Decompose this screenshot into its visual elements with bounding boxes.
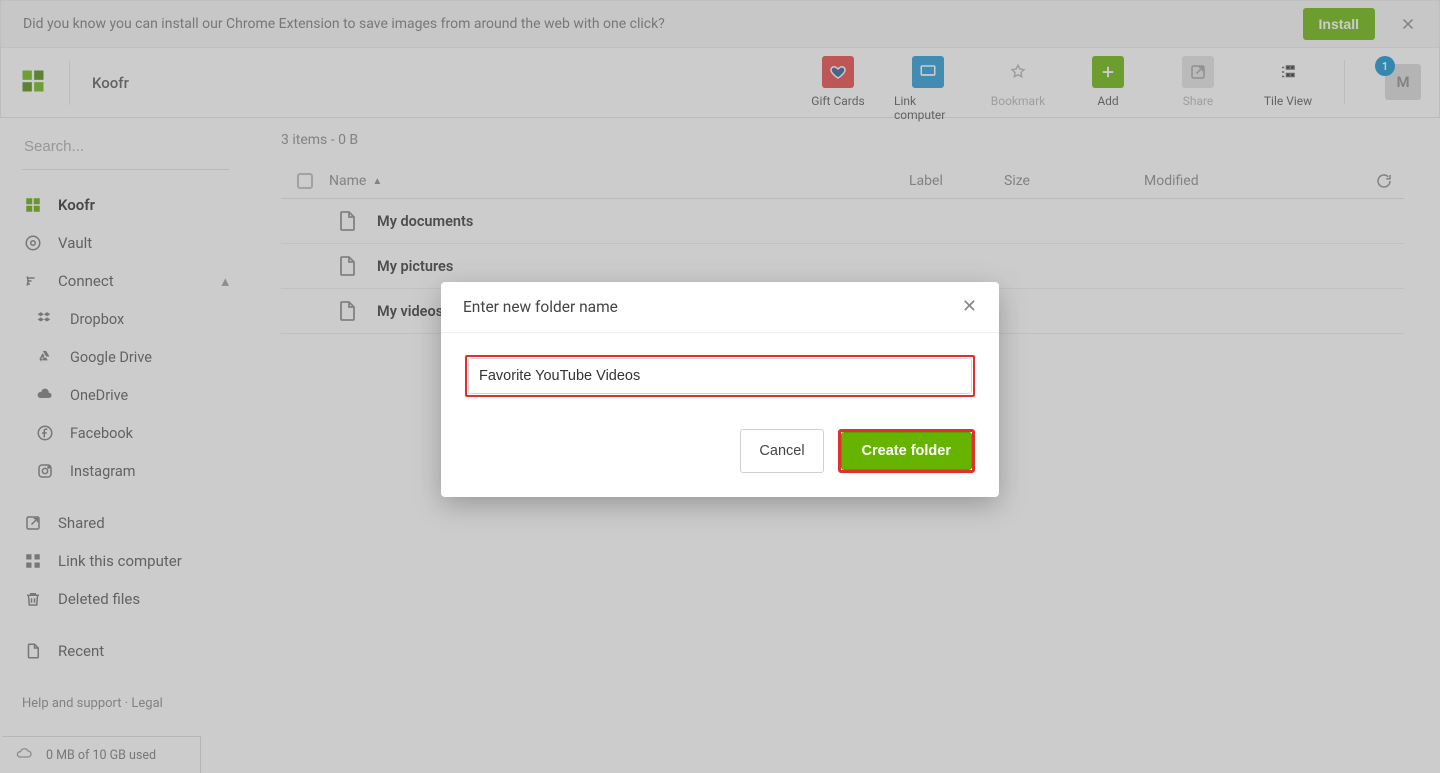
cancel-button[interactable]: Cancel	[740, 429, 823, 473]
folder-name-input[interactable]	[468, 358, 972, 394]
highlight-create: Create folder	[838, 429, 975, 473]
new-folder-modal: Enter new folder name ✕ Cancel Create fo…	[441, 282, 999, 497]
close-icon[interactable]: ✕	[962, 298, 977, 316]
highlight-input	[465, 355, 975, 397]
create-folder-button[interactable]: Create folder	[841, 432, 972, 470]
modal-title: Enter new folder name	[463, 298, 618, 316]
modal-overlay: Enter new folder name ✕ Cancel Create fo…	[0, 0, 1440, 773]
